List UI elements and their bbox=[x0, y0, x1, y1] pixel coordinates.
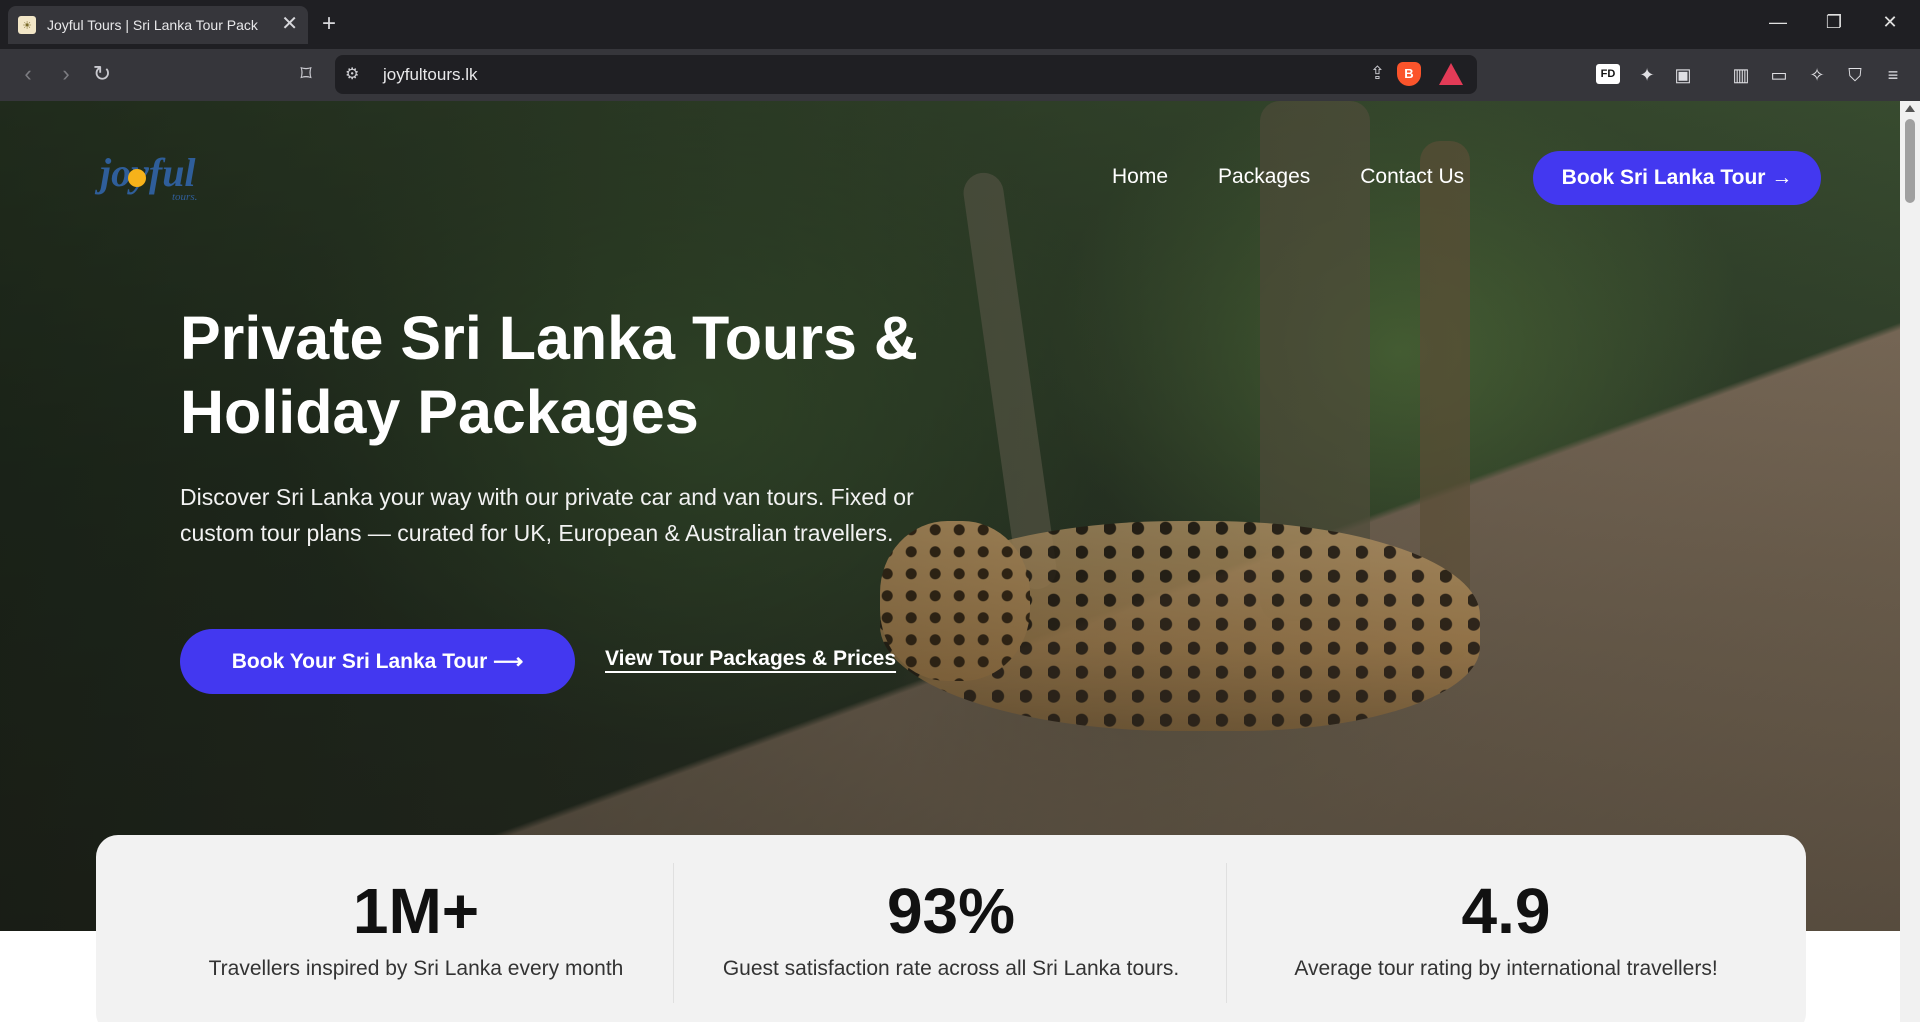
nav-packages-link[interactable]: Packages bbox=[1218, 165, 1310, 189]
stats-panel: 1M+ Travellers inspired by Sri Lanka eve… bbox=[96, 835, 1806, 1022]
forward-icon[interactable]: › bbox=[52, 62, 80, 86]
nav-home-link[interactable]: Home bbox=[1112, 165, 1168, 189]
logo-wordmark: joyful bbox=[100, 150, 196, 195]
stat-label: Average tour rating by international tra… bbox=[1294, 957, 1718, 980]
favicon-icon: ☀ bbox=[18, 16, 36, 34]
stat-label: Travellers inspired by Sri Lanka every m… bbox=[208, 957, 624, 980]
extensions-icon[interactable]: ✦ bbox=[1634, 64, 1660, 86]
stat-label: Guest satisfaction rate across all Sri L… bbox=[722, 957, 1180, 980]
page-scrollbar[interactable] bbox=[1900, 101, 1920, 1022]
stat-satisfaction: 93% Guest satisfaction rate across all S… bbox=[671, 875, 1231, 981]
stat-rating: 4.9 Average tour rating by international… bbox=[1226, 875, 1786, 981]
stat-travellers: 1M+ Travellers inspired by Sri Lanka eve… bbox=[136, 875, 696, 981]
scroll-up-arrow-icon[interactable] bbox=[1905, 105, 1915, 112]
vpn-icon[interactable]: ⛉ bbox=[1842, 64, 1868, 86]
address-bar[interactable]: ⚙ joyfultours.lk ⇪ B bbox=[335, 55, 1477, 94]
back-icon[interactable]: ‹ bbox=[14, 62, 42, 86]
stat-value: 4.9 bbox=[1461, 875, 1551, 947]
logo-subtext: tours. bbox=[172, 191, 198, 203]
webpage: joyful tours. Home Packages Contact Us B… bbox=[0, 101, 1900, 1022]
bookmark-icon[interactable]: ⌑ bbox=[292, 62, 320, 86]
url-text[interactable]: joyfultours.lk bbox=[383, 65, 477, 85]
browser-toolbar: ‹ › ↻ ⌑ ⚙ joyfultours.lk ⇪ B FD ✦ ▣ ▥ ▭ … bbox=[0, 49, 1920, 101]
close-window-button[interactable]: ✕ bbox=[1878, 12, 1902, 32]
share-icon[interactable]: ⇪ bbox=[1370, 63, 1385, 84]
restore-button[interactable]: ❐ bbox=[1822, 12, 1846, 32]
wallet-icon[interactable]: ▭ bbox=[1766, 64, 1792, 86]
leo-ai-icon[interactable]: ✧ bbox=[1804, 64, 1830, 86]
reload-icon[interactable]: ↻ bbox=[88, 62, 116, 86]
browser-tab[interactable]: ☀ Joyful Tours | Sri Lanka Tour Pack ✕ bbox=[8, 6, 308, 44]
site-logo[interactable]: joyful tours. bbox=[88, 139, 218, 209]
nav-contact-link[interactable]: Contact Us bbox=[1360, 165, 1464, 189]
stat-value: 93% bbox=[886, 875, 1016, 947]
extension-fd-icon[interactable]: FD bbox=[1596, 64, 1620, 84]
stat-value: 1M+ bbox=[352, 875, 480, 947]
reader-icon[interactable]: ▣ bbox=[1670, 64, 1696, 86]
browser-tabbar: ☀ Joyful Tours | Sri Lanka Tour Pack ✕ +… bbox=[0, 0, 1920, 49]
brave-rewards-icon[interactable] bbox=[1439, 63, 1463, 85]
hero-subtitle: Discover Sri Lanka your way with our pri… bbox=[180, 484, 914, 546]
sidebar-icon[interactable]: ▥ bbox=[1728, 64, 1754, 86]
close-tab-icon[interactable]: ✕ bbox=[281, 14, 298, 34]
book-sri-lanka-tour-button[interactable]: Book Sri Lanka Tour → bbox=[1533, 151, 1821, 205]
view-packages-link[interactable]: View Tour Packages & Prices bbox=[605, 647, 896, 671]
brave-shield-icon[interactable]: B bbox=[1397, 62, 1421, 86]
site-info-icon[interactable]: ⚙ bbox=[345, 64, 359, 84]
minimize-button[interactable]: — bbox=[1766, 12, 1790, 32]
hero-title-line1: Private Sri Lanka Tours & bbox=[180, 304, 918, 372]
book-your-tour-button[interactable]: Book Your Sri Lanka Tour ⟶ bbox=[180, 629, 575, 694]
logo-sun-icon bbox=[128, 169, 146, 187]
new-tab-button[interactable]: + bbox=[322, 12, 336, 36]
hero-title: Private Sri Lanka Tours & Holiday Packag… bbox=[180, 301, 1040, 449]
hero-title-line2: Holiday Packages bbox=[180, 378, 699, 446]
menu-icon[interactable]: ≡ bbox=[1880, 64, 1906, 86]
scrollbar-thumb[interactable] bbox=[1905, 119, 1915, 203]
main-navigation: Home Packages Contact Us bbox=[1112, 165, 1514, 189]
tab-title: Joyful Tours | Sri Lanka Tour Pack bbox=[47, 17, 258, 33]
